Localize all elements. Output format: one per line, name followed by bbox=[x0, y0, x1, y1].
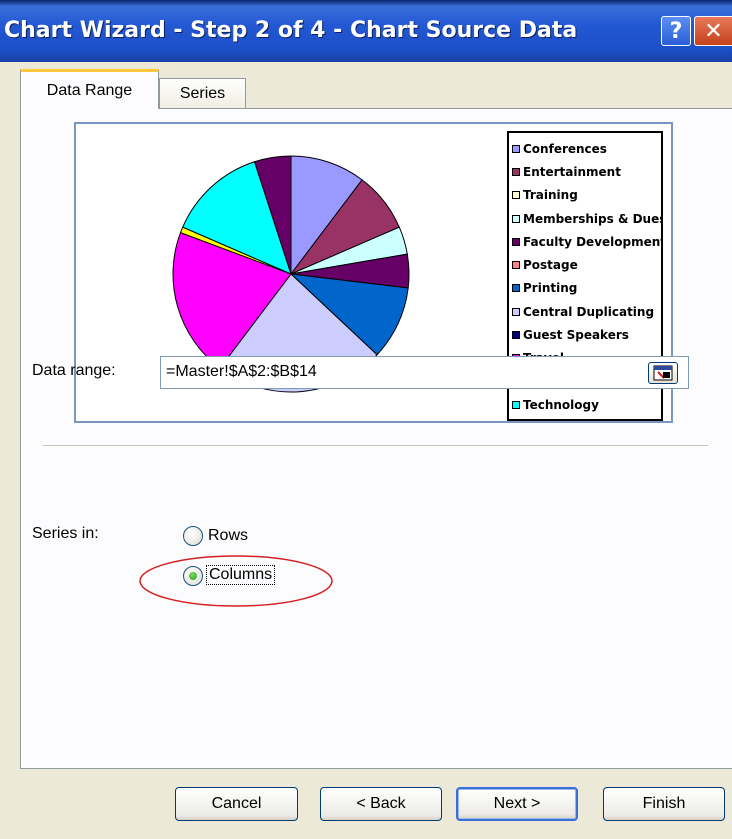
legend-item: Printing bbox=[509, 277, 661, 300]
data-range-label: Data range: bbox=[32, 362, 116, 380]
legend-swatch bbox=[512, 331, 520, 340]
close-icon: ✕ bbox=[704, 18, 723, 44]
finish-button[interactable]: Finish bbox=[603, 787, 725, 821]
legend-swatch bbox=[512, 261, 520, 270]
next-label: Next > bbox=[493, 795, 541, 812]
legend-item: Memberships & Dues bbox=[509, 207, 661, 230]
collapse-dialog-button[interactable] bbox=[648, 362, 678, 384]
legend-swatch bbox=[512, 237, 520, 246]
legend-swatch bbox=[512, 214, 520, 223]
legend-item: Faculty Development bbox=[509, 230, 661, 253]
help-button[interactable]: ? bbox=[661, 16, 691, 46]
legend-item: Entertainment bbox=[509, 160, 661, 183]
close-button[interactable]: ✕ bbox=[694, 16, 732, 46]
legend-swatch bbox=[512, 284, 520, 293]
divider bbox=[43, 445, 708, 447]
rows-label[interactable]: Rows bbox=[208, 527, 248, 545]
legend-item: Technology bbox=[509, 393, 661, 416]
legend-label: Central Duplicating bbox=[523, 304, 655, 319]
legend-label: Training bbox=[523, 188, 578, 203]
legend-label: Conferences bbox=[523, 141, 607, 156]
legend-item: Guest Speakers bbox=[509, 323, 661, 346]
legend-swatch bbox=[512, 400, 520, 409]
tab-panel: Conferences Entertainment Training Membersh… bbox=[20, 108, 732, 769]
legend-label: Memberships & Dues bbox=[523, 211, 663, 226]
range-select-icon bbox=[653, 365, 673, 381]
data-range-input[interactable]: =Master!$A$2:$B$14 bbox=[160, 356, 689, 389]
next-button[interactable]: Next > bbox=[456, 787, 578, 821]
title-bar: Chart Wizard - Step 2 of 4 - Chart Sourc… bbox=[0, 0, 732, 62]
tab-data-range[interactable]: Data Range bbox=[20, 69, 159, 109]
legend-swatch bbox=[512, 307, 520, 316]
legend-label: Guest Speakers bbox=[523, 328, 629, 343]
legend-item: Training bbox=[509, 184, 661, 207]
legend-swatch bbox=[512, 191, 520, 200]
data-range-value: =Master!$A$2:$B$14 bbox=[166, 363, 317, 380]
finish-label: Finish bbox=[642, 795, 686, 812]
tab-label: Series bbox=[179, 85, 226, 102]
rows-radio[interactable] bbox=[183, 526, 203, 546]
cancel-button[interactable]: Cancel bbox=[175, 787, 298, 821]
back-button[interactable]: < Back bbox=[320, 787, 442, 821]
legend-item: Postage bbox=[509, 253, 661, 276]
legend-label: Faculty Development bbox=[523, 234, 663, 249]
back-label: < Back bbox=[356, 795, 406, 812]
tab-label: Data Range bbox=[46, 81, 133, 99]
legend-label: Technology bbox=[523, 397, 599, 412]
legend-item: Conferences bbox=[509, 137, 661, 160]
help-icon: ? bbox=[669, 18, 683, 44]
legend-item: Central Duplicating bbox=[509, 300, 661, 323]
legend-label: Printing bbox=[523, 281, 578, 296]
window-title: Chart Wizard - Step 2 of 4 - Chart Sourc… bbox=[4, 18, 578, 43]
legend-swatch bbox=[512, 144, 520, 153]
legend-label: Postage bbox=[523, 258, 578, 273]
data-range-label-text: Data range: bbox=[32, 362, 116, 379]
tab-series[interactable]: Series bbox=[159, 78, 246, 109]
annotation-circle bbox=[139, 555, 333, 607]
series-in-label: Series in: bbox=[32, 525, 99, 542]
cancel-label: Cancel bbox=[211, 795, 262, 812]
legend-swatch bbox=[512, 167, 520, 176]
legend-label: Entertainment bbox=[523, 164, 621, 179]
